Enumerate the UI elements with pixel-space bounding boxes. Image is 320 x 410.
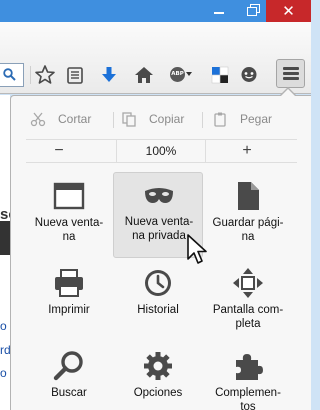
- print-icon: [55, 269, 83, 297]
- save-page-label: Guardar pági- na: [212, 217, 284, 243]
- cut-button[interactable]: Cortar: [30, 106, 110, 132]
- search-icon: [3, 68, 16, 81]
- toolbar-separator: [30, 66, 31, 84]
- chat-icon[interactable]: [238, 64, 260, 86]
- gear-icon: [144, 352, 172, 380]
- save-page-button[interactable]: Guardar pági- na: [203, 174, 293, 256]
- page-link-fragment[interactable]: o: [0, 366, 7, 380]
- edit-controls: Cortar Copiar Pegar: [10, 106, 297, 132]
- new-window-icon: [53, 182, 85, 210]
- search-icon: [53, 351, 83, 381]
- zoom-out-button[interactable]: −: [46, 140, 72, 162]
- screenshot-icon[interactable]: [209, 64, 231, 86]
- bookmark-star-icon[interactable]: [34, 64, 56, 86]
- history-icon: [145, 270, 171, 296]
- paste-label: Pegar: [240, 112, 273, 126]
- edit-separator: [113, 112, 114, 128]
- mouse-cursor-icon: [187, 234, 207, 264]
- reading-list-icon[interactable]: [64, 64, 86, 86]
- fullscreen-icon: [233, 268, 263, 298]
- clipboard-icon: [214, 112, 226, 127]
- print-label: Imprimir: [48, 304, 90, 316]
- paste-button[interactable]: Pegar: [212, 106, 292, 132]
- cut-label: Cortar: [58, 112, 92, 126]
- adblock-plus-icon: ABP: [170, 67, 185, 82]
- zoom-reset-button[interactable]: 100%: [116, 140, 206, 162]
- addons-label: Complemen- tos: [215, 387, 281, 410]
- page-dark-bar: [0, 221, 10, 255]
- download-icon[interactable]: [98, 64, 120, 86]
- addons-button[interactable]: Complemen- tos: [203, 344, 293, 410]
- open-menu-button[interactable]: [276, 59, 305, 88]
- fullscreen-button[interactable]: Pantalla com- pleta: [203, 261, 293, 337]
- copy-label: Copiar: [149, 112, 185, 126]
- history-label: Historial: [137, 304, 179, 316]
- navigation-toolbar: ABP: [0, 22, 311, 94]
- new-window-button[interactable]: Nueva venta- na: [24, 174, 114, 256]
- find-label: Buscar: [51, 387, 87, 399]
- fullscreen-label: Pantalla com- pleta: [212, 304, 284, 330]
- private-mask-icon: [145, 188, 173, 203]
- page-link-fragment[interactable]: o: [0, 319, 7, 333]
- save-page-icon: [238, 182, 259, 210]
- history-button[interactable]: Historial: [113, 261, 203, 337]
- print-button[interactable]: Imprimir: [24, 261, 114, 337]
- options-label: Opciones: [133, 387, 183, 399]
- minimize-button[interactable]: [200, 0, 238, 22]
- zoom-in-button[interactable]: +: [234, 140, 260, 162]
- copy-button[interactable]: Copiar: [121, 106, 201, 132]
- find-button[interactable]: Buscar: [24, 344, 114, 410]
- adblock-plus-button[interactable]: ABP: [170, 64, 192, 86]
- edit-separator: [202, 112, 203, 128]
- puzzle-icon: [236, 354, 263, 380]
- new-window-label: Nueva venta- na: [34, 217, 104, 243]
- page-content-strip: sc o rd o: [0, 95, 17, 410]
- panel-arrow-fill: [280, 89, 296, 97]
- title-bar: ✕: [0, 0, 311, 22]
- options-button[interactable]: Opciones: [113, 344, 203, 410]
- home-icon[interactable]: [133, 64, 155, 86]
- scissors-icon: [30, 112, 46, 127]
- chevron-down-icon: [186, 72, 192, 76]
- restore-button[interactable]: [238, 0, 266, 22]
- copy-icon: [122, 112, 136, 127]
- zoom-controls: − 100% +: [26, 139, 297, 163]
- close-button[interactable]: ✕: [266, 0, 311, 22]
- search-box[interactable]: [0, 63, 24, 87]
